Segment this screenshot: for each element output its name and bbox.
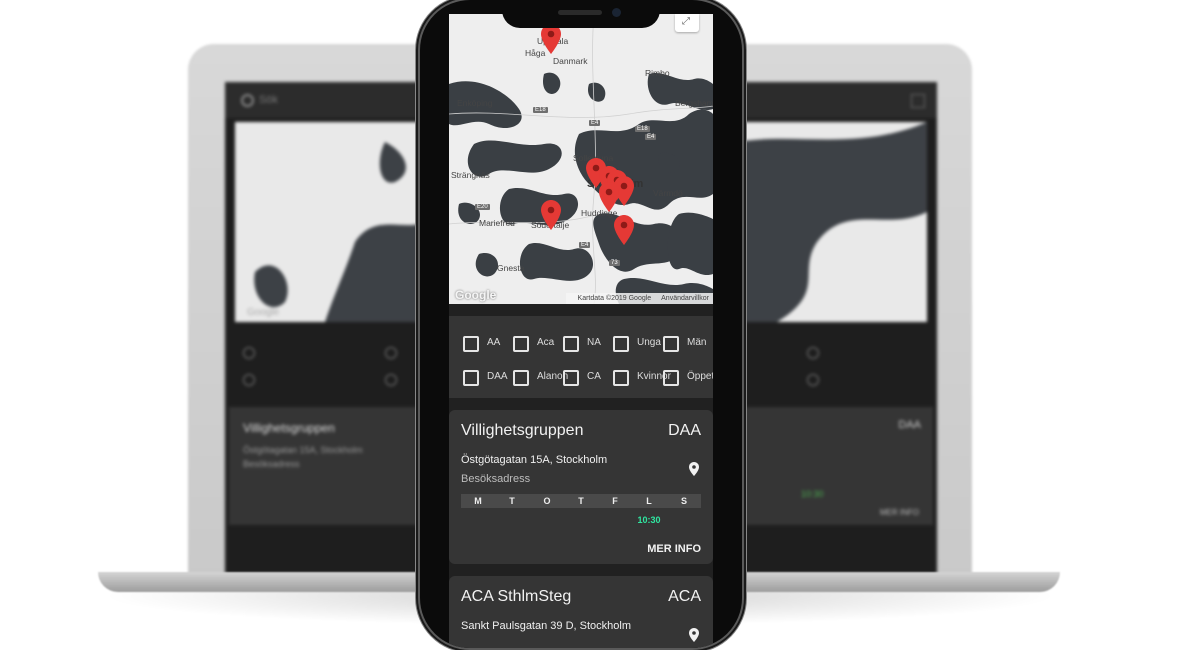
meeting-time: 10:30 xyxy=(637,515,661,525)
map-label: Rimbo xyxy=(645,68,670,78)
laptop-filter-checkbox xyxy=(385,374,397,386)
checkbox-icon xyxy=(463,370,479,386)
road-shield: E4 xyxy=(589,120,601,126)
front-camera xyxy=(612,8,621,17)
fullscreen-button[interactable]: ⤢ xyxy=(675,14,699,32)
filter-label: Unga xyxy=(637,337,661,348)
filter-label: Män xyxy=(687,337,707,348)
map-terms-link[interactable]: Användarvillkor xyxy=(661,295,709,302)
filter-label: NA xyxy=(587,337,601,348)
checkbox-icon xyxy=(563,370,579,386)
map-marker-icon[interactable] xyxy=(614,215,634,245)
weekday-header: M T O T F L S xyxy=(461,494,701,508)
road-shield: E4 xyxy=(579,242,591,248)
laptop-search-placeholder: Sök xyxy=(259,94,278,106)
menu-icon xyxy=(911,94,925,108)
checkbox-icon xyxy=(663,336,679,352)
filter-label: AA xyxy=(487,337,501,348)
map-attribution: Kartdata ©2019 Google Användarvillkor xyxy=(565,293,713,304)
laptop-card: Villighetsgruppen Östgötagatan 15A, Stoc… xyxy=(229,407,425,525)
weekday-label: T xyxy=(578,496,584,506)
road-shield: E18 xyxy=(635,126,650,132)
laptop-map-left: Google xyxy=(235,122,425,322)
road-shield: E4 xyxy=(645,134,657,140)
map-label: Danmark xyxy=(553,56,588,66)
map-label: Mariefred xyxy=(479,218,515,228)
location-pin-icon[interactable] xyxy=(689,462,699,476)
meeting-card[interactable]: ACA SthlmSteg ACA Sankt Paulsgatan 39 D,… xyxy=(449,576,713,648)
road-shield: E20 xyxy=(475,204,490,210)
checkbox-icon xyxy=(613,370,629,386)
laptop-card-right: DAA 10:30 MER INFO xyxy=(737,407,933,525)
laptop-card-time: 10:30 xyxy=(801,489,824,499)
speaker-grille xyxy=(558,10,602,15)
filter-label: CA xyxy=(587,371,601,382)
weekday-label: L xyxy=(646,496,652,506)
meeting-name: Villighetsgruppen xyxy=(461,422,584,439)
map-copyright: Kartdata ©2019 Google xyxy=(577,295,652,302)
search-icon xyxy=(241,94,254,107)
phone-screen: ⤢ Uppsala Håga Danmark Enköping Bergsham… xyxy=(449,14,713,648)
filter-label: DAA xyxy=(487,371,508,382)
checkbox-icon xyxy=(613,336,629,352)
google-logo: Google xyxy=(455,288,497,302)
laptop-map-water xyxy=(254,142,425,322)
laptop-filter-checkbox xyxy=(807,347,819,359)
road-shield: E18 xyxy=(533,107,548,113)
meeting-address: Östgötagatan 15A, Stockholm xyxy=(461,454,608,466)
weekday-label: O xyxy=(543,496,551,506)
map-label: Bergshamra xyxy=(675,98,713,108)
phone-notch xyxy=(502,0,660,28)
map-label: Värmdö xyxy=(653,188,683,198)
map-marker-icon[interactable] xyxy=(599,182,619,212)
laptop-card-tag: DAA xyxy=(898,419,921,431)
meeting-type-tag: DAA xyxy=(668,422,701,439)
laptop-map-right xyxy=(737,122,927,322)
laptop-filter-checkbox xyxy=(243,374,255,386)
filter-label: Öppet xyxy=(687,371,713,382)
map-label: Strängnäs xyxy=(451,170,490,180)
weekday-label: T xyxy=(509,496,515,506)
filter-label: Aca xyxy=(537,337,555,348)
meeting-type-tag: ACA xyxy=(668,588,701,605)
checkbox-icon xyxy=(513,336,529,352)
road-shield: 73 xyxy=(609,260,620,266)
laptop-map-water-right xyxy=(737,122,927,322)
meeting-name: ACA SthlmSteg xyxy=(461,588,572,605)
map-label: Enköping xyxy=(457,98,493,108)
weekday-label: M xyxy=(474,496,482,506)
meeting-address: Sankt Paulsgatan 39 D, Stockholm xyxy=(461,620,631,632)
checkbox-icon xyxy=(663,370,679,386)
checkbox-icon xyxy=(463,336,479,352)
laptop-more-button: MER INFO xyxy=(879,508,919,517)
laptop-filter-checkbox xyxy=(243,347,255,359)
map-marker-icon[interactable] xyxy=(541,24,561,54)
more-info-button[interactable]: MER INFO xyxy=(647,543,701,555)
map-view[interactable]: ⤢ Uppsala Håga Danmark Enköping Bergsham… xyxy=(449,14,713,304)
meeting-address-type: Besöksadress xyxy=(461,473,531,485)
weekday-label: S xyxy=(680,496,687,506)
laptop-card-address-type: Besöksadress xyxy=(243,459,300,469)
fullscreen-icon: ⤢ xyxy=(682,16,690,27)
laptop-google-logo: Google xyxy=(247,307,280,318)
meeting-card[interactable]: Villighetsgruppen DAA Östgötagatan 15A, … xyxy=(449,410,713,564)
filter-panel: AA Aca NA Unga Män DAA Alanon CA Kvinnor… xyxy=(449,316,713,398)
laptop-filter-checkbox xyxy=(385,347,397,359)
laptop-card-title: Villighetsgruppen xyxy=(243,421,335,435)
map-marker-icon[interactable] xyxy=(541,200,561,230)
laptop-filter-checkbox xyxy=(807,374,819,386)
phone-frame: ⤢ Uppsala Håga Danmark Enköping Bergsham… xyxy=(420,0,742,648)
map-label: Gnesta xyxy=(497,263,525,273)
weekday-label: F xyxy=(612,496,618,506)
location-pin-icon[interactable] xyxy=(689,628,699,642)
checkbox-icon xyxy=(563,336,579,352)
laptop-card-address: Östgötagatan 15A, Stockholm xyxy=(243,445,363,455)
checkbox-icon xyxy=(513,370,529,386)
